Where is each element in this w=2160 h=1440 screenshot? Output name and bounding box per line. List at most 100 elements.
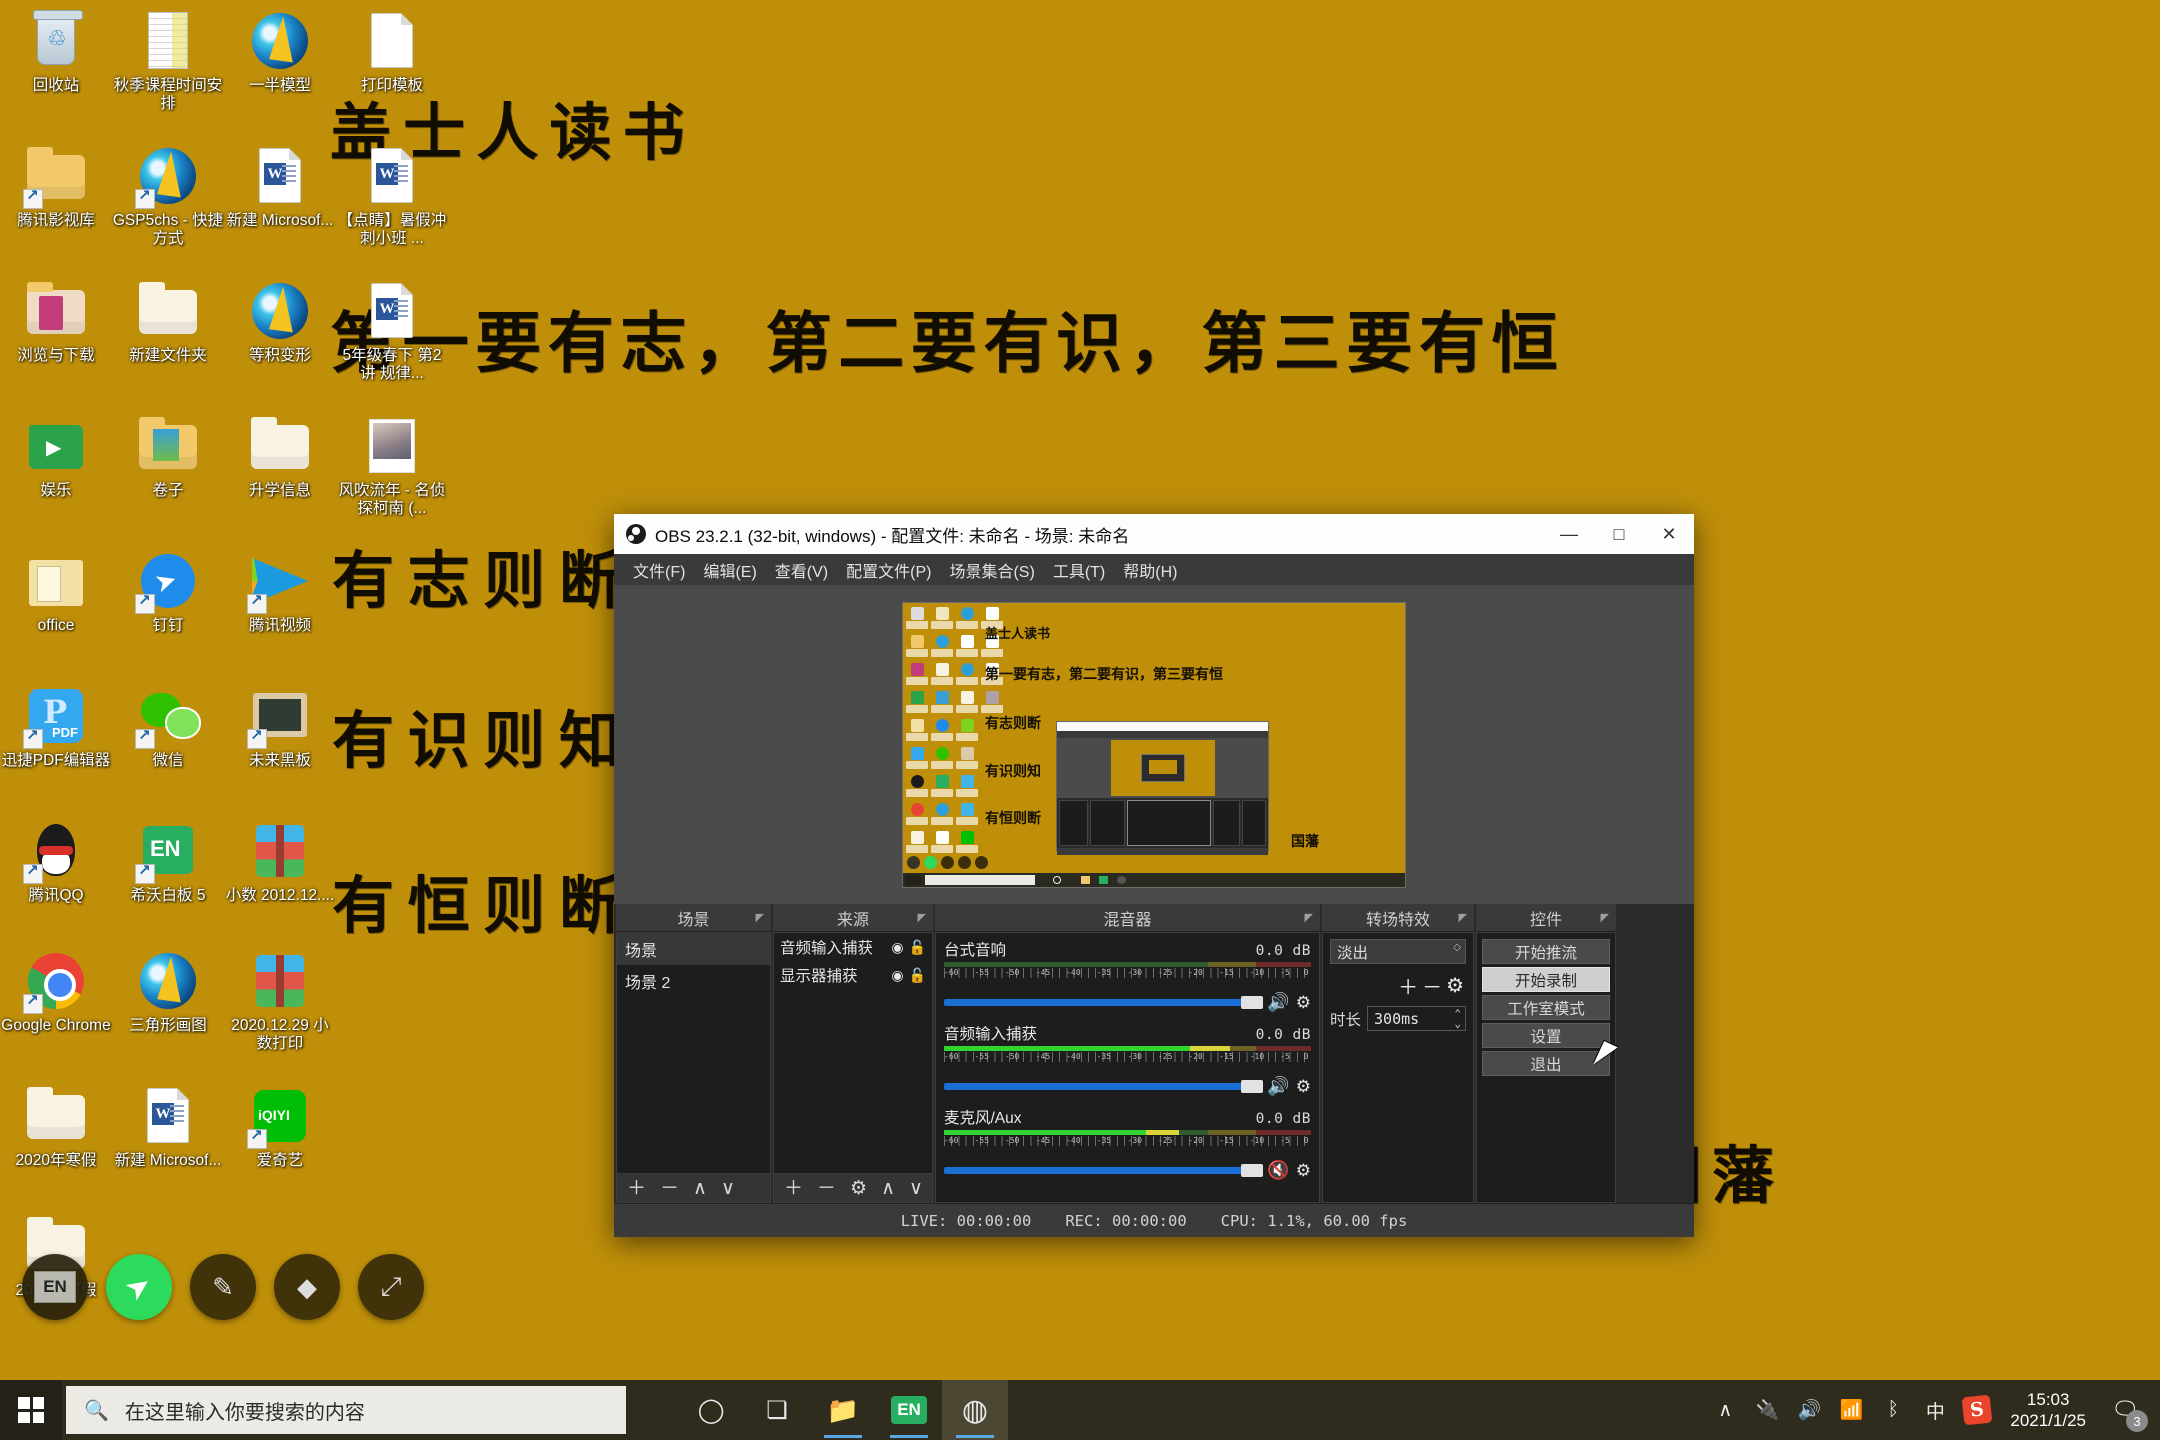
taskbar-app-buttons[interactable]: ◯ ❏ 📁 EN ◍ bbox=[678, 1380, 1008, 1440]
desktop-icon-tencent-qq[interactable]: 腾讯QQ bbox=[0, 820, 112, 905]
mixer-channels[interactable]: 台式音响 0.0 dB -60 -55 -50 -45 -40 -35 -30 … bbox=[935, 932, 1320, 1203]
source-properties-gear-icon[interactable]: ⚙ bbox=[850, 1179, 867, 1198]
transitions-body[interactable]: 淡出 ◇ ＋ － ⚙ 时长 300ms ⌃ ⌄ bbox=[1322, 932, 1474, 1203]
remove-source-button[interactable]: － bbox=[817, 1179, 836, 1198]
channel-volume-slider[interactable] bbox=[944, 1164, 1264, 1177]
transition-select[interactable]: 淡出 ◇ bbox=[1330, 939, 1466, 964]
panel-pin-icon[interactable]: ◤ bbox=[918, 911, 926, 924]
show-hidden-icons-button[interactable]: ∧ bbox=[1704, 1380, 1746, 1440]
desktop-icon-iqiyi[interactable]: 爱奇艺 bbox=[224, 1085, 336, 1170]
spinner-arrows-icon[interactable]: ⌃ ⌄ bbox=[1454, 1008, 1461, 1029]
scenes-list[interactable]: 场景 场景 2 bbox=[616, 932, 771, 1174]
taskbar-clock[interactable]: 15:03 2021/1/25 bbox=[1998, 1389, 2098, 1431]
sogou-input-icon[interactable]: S bbox=[1956, 1380, 1998, 1440]
desktop-icon-tencent-video[interactable]: 腾讯视频 bbox=[224, 550, 336, 635]
lock-open-icon[interactable]: 🔓 bbox=[909, 939, 926, 956]
menu-profile[interactable]: 配置文件(P) bbox=[837, 554, 940, 586]
eye-icon[interactable]: ◉ bbox=[891, 967, 903, 984]
sources-list[interactable]: 音频输入捕获 ◉ 🔓 显示器捕获 ◉ 🔓 bbox=[773, 932, 933, 1174]
desktop-icon-equal-area-deform[interactable]: 等积变形 bbox=[224, 280, 336, 365]
desktop-icon-seewo-whiteboard[interactable]: 希沃白板 5 bbox=[112, 820, 224, 905]
scenes-toolbar[interactable]: ＋ － ∧ ∨ bbox=[616, 1174, 771, 1203]
desktop-icon-triangle-drawing[interactable]: 三角形画图 bbox=[112, 950, 224, 1035]
obs-menubar[interactable]: 文件(F) 编辑(E) 查看(V) 配置文件(P) 场景集合(S) 工具(T) … bbox=[614, 554, 1694, 585]
desktop-icon-new-word-doc-1[interactable]: W 新建 Microsof... bbox=[224, 145, 336, 230]
pen-tool-button[interactable]: ✎ bbox=[190, 1254, 256, 1320]
desktop-icon-google-chrome[interactable]: Google Chrome bbox=[0, 950, 112, 1035]
desktop-icon-recycle-bin[interactable]: 回收站 bbox=[0, 10, 112, 95]
desktop-icon-tencent-video-library[interactable]: 腾讯影视库 bbox=[0, 145, 112, 230]
remove-transition-button[interactable]: － bbox=[1422, 971, 1442, 1000]
desktop-icon-print-template[interactable]: 打印模板 bbox=[336, 10, 448, 95]
scene-item-2[interactable]: 场景 2 bbox=[617, 965, 770, 997]
taskbar-task-view-button[interactable]: ❏ bbox=[744, 1380, 810, 1440]
eraser-tool-button[interactable]: ◆ bbox=[274, 1254, 340, 1320]
menu-scene-collection[interactable]: 场景集合(S) bbox=[940, 554, 1043, 586]
move-source-up-button[interactable]: ∧ bbox=[881, 1179, 895, 1198]
move-scene-up-button[interactable]: ∧ bbox=[693, 1179, 707, 1198]
lock-open-icon[interactable]: 🔓 bbox=[909, 967, 926, 984]
desktop-icon-half-model[interactable]: 一半模型 bbox=[224, 10, 336, 95]
transition-duration-row[interactable]: 时长 300ms ⌃ ⌄ bbox=[1330, 1006, 1466, 1031]
move-source-down-button[interactable]: ∨ bbox=[909, 1179, 923, 1198]
start-recording-button[interactable]: 开始录制 bbox=[1482, 967, 1610, 992]
panel-pin-icon[interactable]: ◤ bbox=[1459, 911, 1467, 924]
source-item-audio-input[interactable]: 音频输入捕获 ◉ 🔓 bbox=[774, 933, 932, 961]
obs-preview-canvas[interactable]: 盖士人读书 第一要有志，第二要有识，第三要有恒 有志则断 有识则知 有恒则断 国… bbox=[902, 601, 1406, 888]
channel-volume-slider[interactable] bbox=[944, 1080, 1264, 1093]
exit-button[interactable]: 退出 bbox=[1482, 1051, 1610, 1076]
source-item-display-capture[interactable]: 显示器捕获 ◉ 🔓 bbox=[774, 961, 932, 989]
notification-center-button[interactable]: 🗨 3 bbox=[2098, 1380, 2152, 1440]
desktop-icon-decimal-print-archive[interactable]: 2020.12.29 小数打印 bbox=[224, 950, 336, 1053]
obs-preview-area[interactable]: 盖士人读书 第一要有志，第二要有识，第三要有恒 有志则断 有识则知 有恒则断 国… bbox=[614, 585, 1694, 904]
mixer-channel-audio-input-capture[interactable]: 音频输入捕获 0.0 dB -60 -55 -50 -45 -40 -35 -3… bbox=[944, 1022, 1311, 1097]
start-streaming-button[interactable]: 开始推流 bbox=[1482, 939, 1610, 964]
wifi-icon[interactable]: 📶 bbox=[1830, 1380, 1872, 1440]
transition-buttons[interactable]: ＋ － ⚙ bbox=[1330, 971, 1464, 1000]
remove-scene-button[interactable]: － bbox=[660, 1179, 679, 1198]
settings-button[interactable]: 设置 bbox=[1482, 1023, 1610, 1048]
mixer-channel-desktop-audio[interactable]: 台式音响 0.0 dB -60 -55 -50 -45 -40 -35 -30 … bbox=[944, 938, 1311, 1013]
scene-item-1[interactable]: 场景 bbox=[617, 933, 770, 965]
add-transition-button[interactable]: ＋ bbox=[1398, 971, 1418, 1000]
menu-edit[interactable]: 编辑(E) bbox=[694, 554, 765, 586]
menu-view[interactable]: 查看(V) bbox=[766, 554, 837, 586]
desktop-icon-winter-holiday-2020[interactable]: 2020年寒假 bbox=[0, 1085, 112, 1170]
channel-gear-icon[interactable]: ⚙ bbox=[1296, 993, 1311, 1013]
desktop-icon-school-info[interactable]: 升学信息 bbox=[224, 415, 336, 500]
maximize-button[interactable]: □ bbox=[1594, 514, 1644, 554]
channel-gear-icon[interactable]: ⚙ bbox=[1296, 1077, 1311, 1097]
eye-icon[interactable]: ◉ bbox=[891, 939, 903, 956]
desktop-icon-new-word-doc-2[interactable]: W 新建 Microsof... bbox=[112, 1085, 224, 1170]
obs-titlebar[interactable]: OBS 23.2.1 (32-bit, windows) - 配置文件: 未命名… bbox=[614, 514, 1694, 554]
duration-spinbox[interactable]: 300ms ⌃ ⌄ bbox=[1367, 1006, 1466, 1031]
desktop-icon-wechat[interactable]: 微信 bbox=[112, 685, 224, 770]
desktop-icon-entertainment[interactable]: 娱乐 bbox=[0, 415, 112, 500]
desktop-icon-exam-papers[interactable]: 卷子 bbox=[112, 415, 224, 500]
desktop[interactable]: 盖士人读书 第一要有志，第二要有识，第三要有恒 有志则断 有识则知 有恒则断 国… bbox=[0, 0, 2160, 1440]
ime-toggle-button[interactable]: EN bbox=[22, 1254, 88, 1320]
studio-mode-button[interactable]: 工作室模式 bbox=[1482, 995, 1610, 1020]
fullscreen-tool-button[interactable]: ⤢ bbox=[358, 1254, 424, 1320]
sources-toolbar[interactable]: ＋ － ⚙ ∧ ∨ bbox=[773, 1174, 933, 1203]
menu-help[interactable]: 帮助(H) bbox=[1114, 554, 1186, 586]
speaker-icon[interactable]: 🔊 bbox=[1267, 992, 1289, 1013]
menu-file[interactable]: 文件(F) bbox=[624, 554, 694, 586]
controls-body[interactable]: 开始推流 开始录制 工作室模式 设置 退出 bbox=[1476, 932, 1616, 1203]
add-source-button[interactable]: ＋ bbox=[784, 1179, 803, 1198]
ime-chinese-icon[interactable]: 中 bbox=[1914, 1380, 1956, 1440]
system-tray[interactable]: ∧ 🔌 🔊 📶 ᛒ 中 S 15:03 2021/1/25 🗨 3 bbox=[1704, 1380, 2160, 1440]
desktop-icon-grade5-lesson2[interactable]: W 5年级春下 第2讲 规律... bbox=[336, 280, 448, 383]
desktop-icon-office[interactable]: office bbox=[0, 550, 112, 635]
add-scene-button[interactable]: ＋ bbox=[627, 1179, 646, 1198]
chevron-updown-icon[interactable]: ◇ bbox=[1453, 943, 1461, 953]
obs-window[interactable]: OBS 23.2.1 (32-bit, windows) - 配置文件: 未命名… bbox=[614, 514, 1694, 1237]
taskbar-file-explorer-button[interactable]: 📁 bbox=[810, 1380, 876, 1440]
panel-pin-icon[interactable]: ◤ bbox=[1601, 911, 1609, 924]
desktop-icon-new-folder[interactable]: 新建文件夹 bbox=[112, 280, 224, 365]
channel-gear-icon[interactable]: ⚙ bbox=[1296, 1161, 1311, 1181]
panel-pin-icon[interactable]: ◤ bbox=[756, 911, 764, 924]
desktop-icon-conan-video[interactable]: 风吹流年 - 名侦探柯南 (... bbox=[336, 415, 448, 518]
panel-pin-icon[interactable]: ◤ bbox=[1305, 911, 1313, 924]
annotation-toolbar[interactable]: EN ➤ ✎ ◆ ⤢ bbox=[22, 1254, 424, 1320]
